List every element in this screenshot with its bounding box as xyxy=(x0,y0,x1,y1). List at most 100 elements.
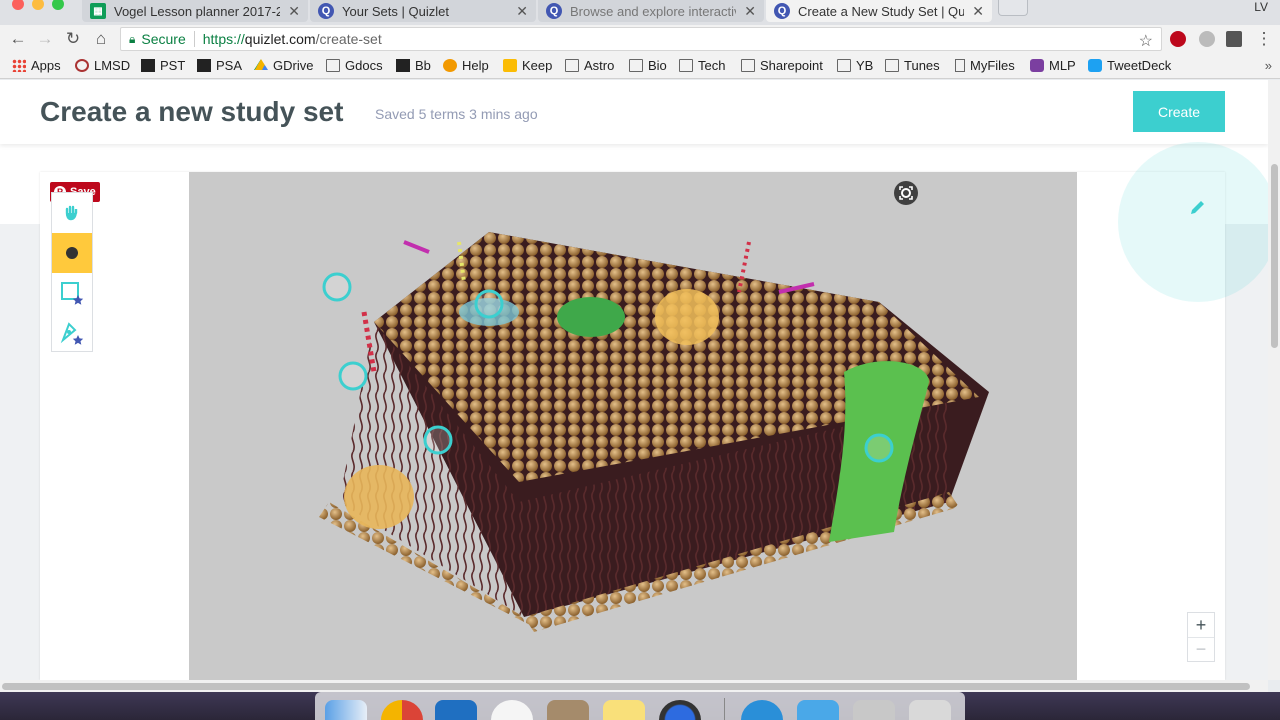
rectangle-star-icon xyxy=(61,282,84,305)
quizlet-icon: Q xyxy=(774,3,790,19)
dock-separator xyxy=(724,698,725,720)
preview-icon[interactable] xyxy=(547,700,589,720)
bookmark-label: Help xyxy=(462,58,489,73)
pen-star-icon xyxy=(60,322,84,345)
bookmark-keep[interactable]: Keep xyxy=(503,58,552,73)
bookmark-label: Sharepoint xyxy=(760,58,823,73)
zoom-controls: + − xyxy=(1187,612,1215,662)
close-tab-icon[interactable]: ✕ xyxy=(972,3,984,20)
browser-tab[interactable]: ▦ Vogel Lesson planner 2017-20 ✕ xyxy=(82,0,308,22)
document-stack-icon[interactable] xyxy=(853,700,895,720)
help-icon xyxy=(443,59,457,72)
point-icon xyxy=(66,247,78,259)
extension-icon[interactable] xyxy=(1199,31,1215,47)
scrollbar-thumb[interactable] xyxy=(1271,164,1278,348)
folder-icon xyxy=(885,59,899,72)
bookmark-label: PSA xyxy=(216,58,243,73)
lmsd-icon xyxy=(75,59,89,72)
bookmark-sharepoint[interactable]: Sharepoint xyxy=(741,58,823,73)
bookmark-label: Gdocs xyxy=(345,58,383,73)
new-tab-button[interactable] xyxy=(998,0,1028,16)
bookmark-astro[interactable]: Astro xyxy=(565,58,614,73)
diagram-editor-card: P Save xyxy=(40,142,1268,680)
folder-icon[interactable] xyxy=(797,700,839,720)
finder-icon[interactable] xyxy=(325,700,367,720)
pen-tool-button[interactable] xyxy=(52,313,92,353)
bookmark-help[interactable]: Help xyxy=(443,58,489,73)
url-host: quizlet.com xyxy=(244,31,316,47)
home-icon[interactable]: ⌂ xyxy=(91,29,111,49)
bookmark-label: Keep xyxy=(522,58,553,73)
bookmark-gdocs[interactable]: Gdocs xyxy=(326,58,383,73)
pinterest-extension-icon[interactable] xyxy=(1170,31,1186,47)
horizontal-scrollbar[interactable] xyxy=(0,680,1268,692)
extension-icon[interactable] xyxy=(1226,31,1242,47)
browser-toolbar: ← → ↻ ⌂ 🔒︎ Secure https:// quizlet.com /… xyxy=(0,25,1280,53)
quicktime-icon[interactable] xyxy=(659,700,701,720)
create-button[interactable]: Create xyxy=(1133,91,1225,132)
bookmark-label: Apps xyxy=(31,58,61,73)
back-arrow-icon[interactable]: ← xyxy=(8,29,28,49)
zoom-out-button[interactable]: − xyxy=(1188,637,1214,661)
bookmark-lmsd[interactable]: LMSD xyxy=(75,58,130,73)
close-tab-icon[interactable]: ✕ xyxy=(744,3,756,20)
trash-icon[interactable] xyxy=(909,700,951,720)
browser-tab[interactable]: Q Browse and explore interactive ✕ xyxy=(538,0,764,22)
browser-tab-active[interactable]: Q Create a New Study Set | Quizl ✕ xyxy=(766,0,992,22)
bookmark-psa[interactable]: PSA xyxy=(197,58,242,73)
hand-tool-button[interactable] xyxy=(52,193,92,233)
google-drive-icon xyxy=(254,59,268,71)
folder-icon xyxy=(679,59,693,72)
bookmark-label: TweetDeck xyxy=(1107,58,1172,73)
close-tab-icon[interactable]: ✕ xyxy=(516,3,528,20)
bookmark-pst[interactable]: PST xyxy=(141,58,185,73)
bookmark-label: Bb xyxy=(415,58,431,73)
quizlet-icon: Q xyxy=(546,3,562,19)
stickies-icon[interactable] xyxy=(603,700,645,720)
rectangle-tool-button[interactable] xyxy=(52,273,92,313)
bookmarks-bar: Apps LMSD PST PSA GDrive Gdocs Bb Help K… xyxy=(0,53,1280,79)
folder-icon xyxy=(565,59,579,72)
bookmark-star-icon[interactable]: ☆ xyxy=(1139,31,1153,51)
bookmark-yb[interactable]: YB xyxy=(837,58,873,73)
folder-icon xyxy=(326,59,340,72)
forward-arrow-icon[interactable]: → xyxy=(35,29,55,49)
diagram-image[interactable] xyxy=(189,172,1077,680)
chrome-icon[interactable] xyxy=(381,700,423,720)
minimize-window-button[interactable] xyxy=(32,0,44,10)
bookmark-mlp[interactable]: MLP xyxy=(1030,58,1076,73)
menu-kebab-icon[interactable]: ⋮ xyxy=(1254,29,1274,49)
more-bookmarks-chevron-icon[interactable]: » xyxy=(1265,58,1272,73)
bookmark-tweetdeck[interactable]: TweetDeck xyxy=(1088,58,1171,73)
zoom-window-button[interactable] xyxy=(52,0,64,10)
bookmark-bio[interactable]: Bio xyxy=(629,58,667,73)
vertical-scrollbar[interactable] xyxy=(1268,80,1280,680)
macos-dock xyxy=(315,692,965,720)
app-icon[interactable] xyxy=(491,700,533,720)
bookmark-label: Bio xyxy=(648,58,667,73)
edit-pencil-icon[interactable] xyxy=(1183,192,1213,222)
bookmark-apps[interactable]: Apps xyxy=(12,58,61,73)
bookmark-bb[interactable]: Bb xyxy=(396,58,431,73)
zoom-in-button[interactable]: + xyxy=(1188,613,1214,637)
bookmark-label: Tunes xyxy=(904,58,940,73)
bookmark-tunes[interactable]: Tunes xyxy=(885,58,940,73)
mlp-icon xyxy=(1030,59,1044,72)
profile-button[interactable]: LV xyxy=(1254,0,1268,14)
tab-title: Vogel Lesson planner 2017-20 xyxy=(114,3,281,19)
bookmark-label: GDrive xyxy=(273,58,314,73)
bookmark-myfiles[interactable]: MyFiles xyxy=(955,58,1015,73)
outlook-icon[interactable] xyxy=(435,700,477,720)
tweetdeck-icon xyxy=(1088,59,1102,72)
point-tool-button[interactable] xyxy=(52,233,92,273)
address-bar[interactable]: 🔒︎ Secure https:// quizlet.com /create-s… xyxy=(120,27,1162,51)
bookmark-gdrive[interactable]: GDrive xyxy=(254,58,313,73)
fit-to-screen-icon[interactable] xyxy=(894,181,918,205)
browser-tab[interactable]: Q Your Sets | Quizlet ✕ xyxy=(310,0,536,22)
reload-icon[interactable]: ↻ xyxy=(63,29,83,49)
close-tab-icon[interactable]: ✕ xyxy=(288,3,300,20)
scrollbar-thumb[interactable] xyxy=(2,683,1250,690)
bookmark-tech[interactable]: Tech xyxy=(679,58,725,73)
close-window-button[interactable] xyxy=(12,0,24,10)
network-globe-icon[interactable] xyxy=(741,700,783,720)
